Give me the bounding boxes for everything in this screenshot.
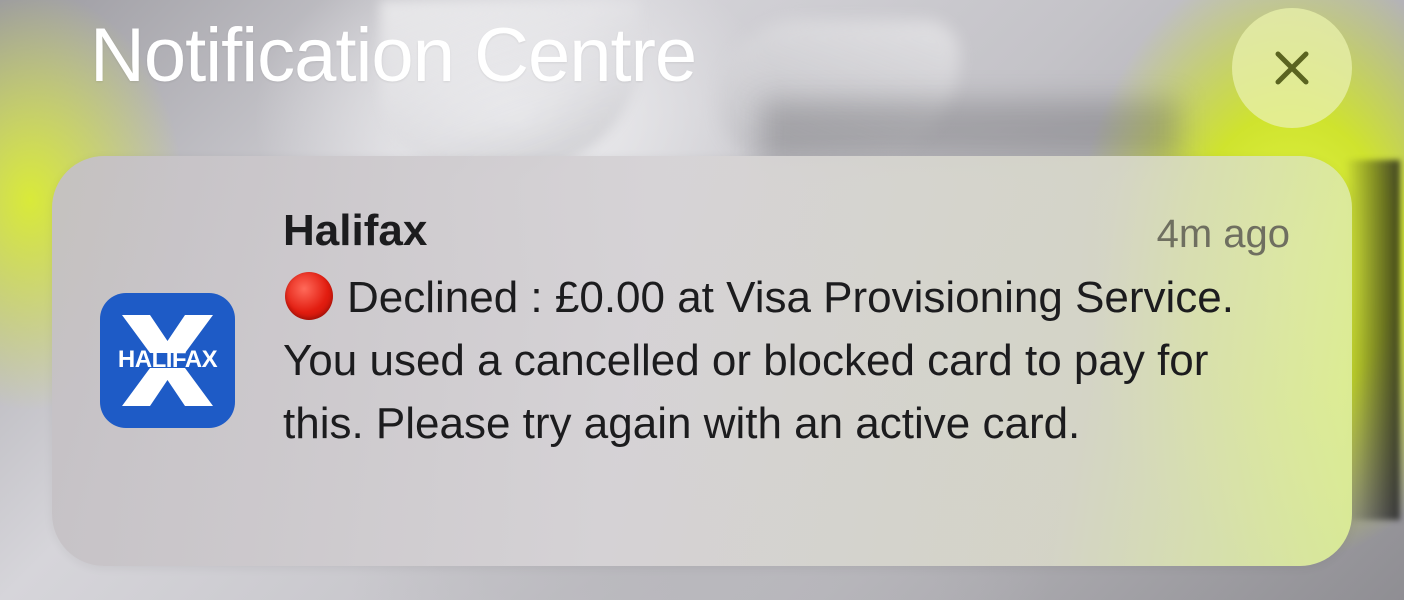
- red-circle-icon: [283, 272, 347, 320]
- notification-card[interactable]: HALIFAX Halifax 4m ago Declined : £0.00 …: [52, 156, 1352, 566]
- notification-message: Declined : £0.00 at Visa Provisioning Se…: [283, 273, 1235, 448]
- background-shadow: [760, 100, 1180, 160]
- app-icon-label: HALIFAX: [117, 346, 218, 373]
- close-button[interactable]: [1232, 8, 1352, 128]
- notification-timestamp: 4m ago: [1156, 212, 1290, 256]
- background-shadow: [1345, 160, 1400, 520]
- notification-app-name: Halifax: [283, 206, 428, 255]
- close-icon: [1275, 51, 1309, 85]
- halifax-app-icon: HALIFAX: [100, 293, 235, 428]
- page-title: Notification Centre: [90, 13, 697, 98]
- notification-message-container: Declined : £0.00 at Visa Provisioning Se…: [283, 266, 1293, 455]
